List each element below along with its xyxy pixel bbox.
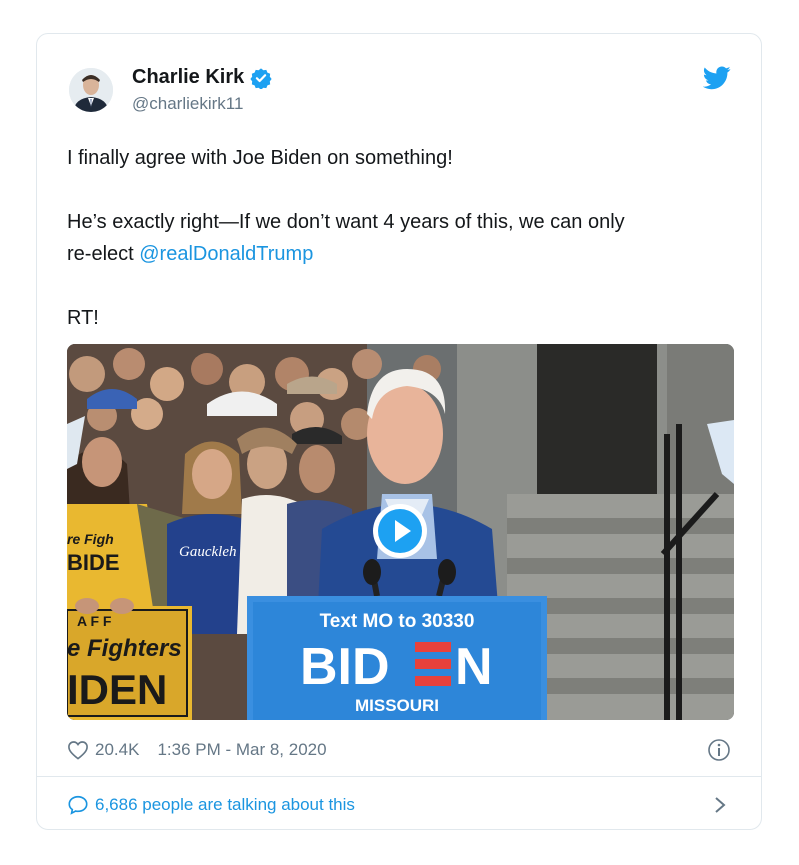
tweet-line-1: I finally agree with Joe Biden on someth…	[67, 147, 453, 169]
avatar[interactable]	[69, 68, 113, 112]
tweet-header: Charlie Kirk @charliekirk11	[67, 64, 731, 124]
play-icon[interactable]	[371, 502, 429, 560]
left-sign-top-text: A F F	[77, 613, 112, 629]
video-player[interactable]: Text MO to 30330 BID N MISSOURI A F F e …	[67, 344, 734, 720]
talking-link[interactable]: 6,686 people are talking about this	[67, 790, 731, 820]
shirt-text: re Figh	[67, 531, 114, 547]
tweet-meta: 20.4K 1:36 PM - Mar 8, 2020	[67, 736, 731, 764]
tweet-card[interactable]: Charlie Kirk @charliekirk11 I finally ag…	[36, 33, 762, 830]
divider	[37, 776, 761, 777]
author-handle[interactable]: @charliekirk11	[132, 94, 243, 114]
tweet-line-2b: re-elect @realDonaldTrump	[67, 238, 737, 270]
verified-badge-icon	[250, 67, 272, 89]
tweet-line-2b-text: re-elect	[67, 243, 140, 265]
shirt-text-2: BIDE	[67, 550, 120, 575]
info-icon[interactable]	[707, 738, 731, 762]
tweet-line-2a: He’s exactly right—If we don’t want 4 ye…	[67, 211, 625, 233]
chevron-right-icon[interactable]	[713, 795, 727, 815]
left-sign-bottom-text: IDEN	[67, 666, 167, 713]
like-count[interactable]: 20.4K	[95, 740, 139, 760]
blue-shirt-text: Gauckleh	[179, 544, 236, 560]
author-name-row[interactable]: Charlie Kirk	[132, 66, 272, 89]
sign-top-text: Text MO to 30330	[320, 611, 475, 632]
sign-main-right: N	[455, 638, 493, 696]
mention-link[interactable]: @realDonaldTrump	[139, 243, 313, 265]
speech-bubble-icon	[68, 795, 88, 815]
left-sign-mid-text: e Fighters	[67, 635, 182, 662]
tweet-line-3: RT!	[67, 307, 99, 329]
sign-e-bars	[415, 642, 451, 686]
heart-icon[interactable]	[67, 740, 89, 760]
talking-text[interactable]: 6,686 people are talking about this	[95, 795, 355, 815]
author-name[interactable]: Charlie Kirk	[132, 66, 244, 89]
timestamp[interactable]: 1:36 PM - Mar 8, 2020	[157, 740, 326, 760]
twitter-bird-icon[interactable]	[703, 66, 731, 90]
sign-bottom-text: MISSOURI	[355, 696, 439, 715]
tweet-text: I finally agree with Joe Biden on someth…	[67, 142, 737, 334]
sign-main-left: BID	[300, 638, 390, 696]
